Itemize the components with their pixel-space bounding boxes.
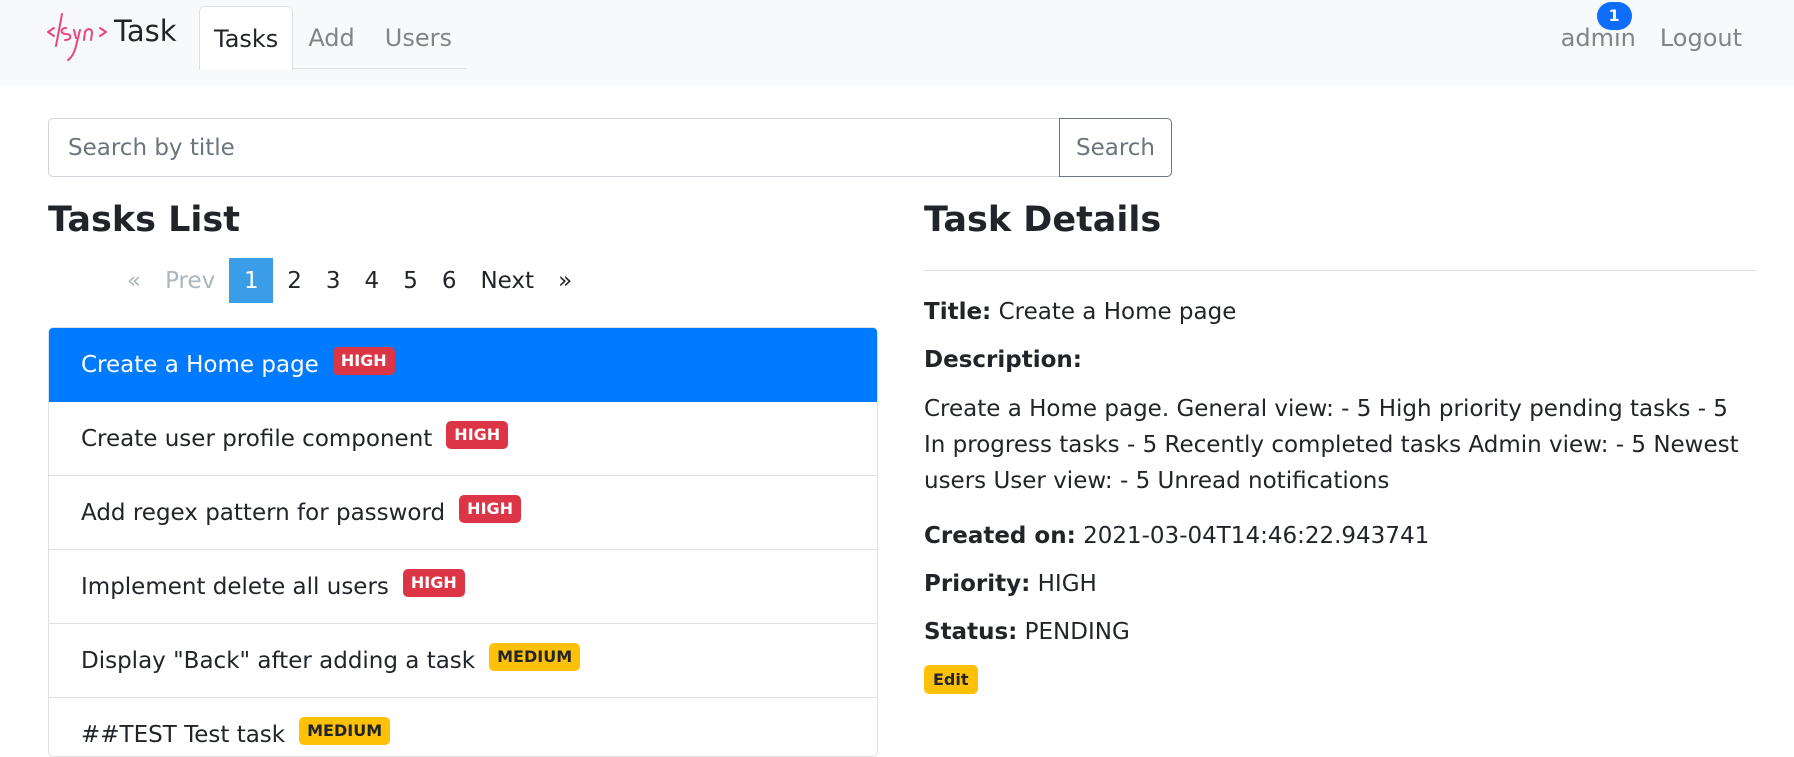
priority-label: Priority: — [924, 571, 1031, 597]
notification-badge[interactable]: 1 — [1596, 1, 1632, 30]
page-2-button[interactable]: 2 — [275, 258, 314, 303]
user-link[interactable]: admin 1 — [1549, 1, 1648, 52]
title-value: Create a Home page — [998, 299, 1237, 325]
created-value: 2021-03-04T14:46:22.943741 — [1083, 523, 1430, 549]
page-3-button[interactable]: 3 — [314, 258, 353, 303]
list-item[interactable]: Add regex pattern for password HIGH — [49, 476, 877, 550]
priority-badge: HIGH — [332, 346, 395, 375]
list-item[interactable]: Implement delete all users HIGH — [49, 550, 877, 624]
edit-button[interactable]: Edit — [924, 665, 978, 694]
created-label: Created on: — [924, 523, 1076, 549]
description-value: Create a Home page. General view: - 5 Hi… — [924, 396, 1739, 494]
list-item[interactable]: Display "Back" after adding a task MEDIU… — [49, 624, 877, 698]
nav-right: admin 1 Logout — [1549, 1, 1754, 69]
title-label: Title: — [924, 299, 992, 325]
next-arrow-icon[interactable]: » — [546, 258, 584, 303]
description-label: Description: — [924, 347, 1082, 373]
nav-tabs: Tasks Add Users — [199, 6, 467, 70]
page-5-button[interactable]: 5 — [391, 258, 430, 303]
tasks-list-heading: Tasks List — [48, 200, 240, 240]
prev-button[interactable]: Prev — [153, 258, 227, 303]
task-details-heading: Task Details — [924, 200, 1162, 240]
prev-arrow-icon: « — [127, 267, 142, 294]
page-6-button[interactable]: 6 — [430, 258, 469, 303]
priority-badge: HIGH — [446, 420, 509, 449]
detail-description: Description: — [924, 345, 1756, 375]
brand[interactable]: Task — [46, 2, 177, 68]
task-title: Create a Home page — [81, 351, 319, 378]
tab-tasks[interactable]: Tasks — [199, 6, 294, 70]
page-4-button[interactable]: 4 — [353, 258, 392, 303]
navbar: Task Tasks Add Users admin 1 Logout — [0, 0, 1794, 86]
search-bar: Search — [48, 118, 1172, 177]
tab-users[interactable]: Users — [370, 6, 467, 69]
list-item[interactable]: Create a Home page HIGH — [49, 328, 877, 402]
search-input[interactable] — [48, 118, 1059, 177]
logout-link[interactable]: Logout — [1648, 24, 1754, 52]
search-button[interactable]: Search — [1059, 118, 1172, 177]
task-title: Display "Back" after adding a task — [81, 647, 476, 674]
priority-badge: MEDIUM — [489, 642, 581, 671]
brand-name: Task — [114, 14, 177, 48]
status-value: PENDING — [1024, 619, 1130, 645]
page-1-button[interactable]: 1 — [229, 258, 274, 303]
status-label: Status: — [924, 619, 1018, 645]
task-title: Add regex pattern for password — [81, 499, 446, 526]
next-button[interactable]: Next — [468, 258, 546, 303]
task-list: Create a Home page HIGH Create user prof… — [48, 327, 878, 757]
syn-logo-icon — [47, 13, 107, 61]
detail-title: Title: Create a Home page — [924, 297, 1756, 327]
tab-add[interactable]: Add — [293, 6, 369, 69]
priority-badge: MEDIUM — [299, 716, 391, 745]
task-title: ##TEST Test task — [81, 721, 286, 748]
task-title: Create user profile component — [81, 425, 433, 452]
priority-badge: HIGH — [459, 494, 522, 523]
task-title: Implement delete all users — [81, 573, 389, 600]
detail-created: Created on: 2021-03-04T14:46:22.943741 — [924, 521, 1756, 551]
priority-value: HIGH — [1037, 571, 1097, 597]
task-details: Task Details Title: Create a Home page D… — [924, 200, 1756, 694]
list-item[interactable]: Create user profile component HIGH — [49, 402, 877, 476]
pagination: « Prev 1 2 3 4 5 6 Next » — [115, 258, 584, 303]
divider — [924, 270, 1756, 271]
list-item[interactable]: ##TEST Test task MEDIUM — [49, 698, 877, 756]
detail-status: Status: PENDING — [924, 617, 1756, 647]
priority-badge: HIGH — [402, 568, 465, 597]
detail-priority: Priority: HIGH — [924, 569, 1756, 599]
